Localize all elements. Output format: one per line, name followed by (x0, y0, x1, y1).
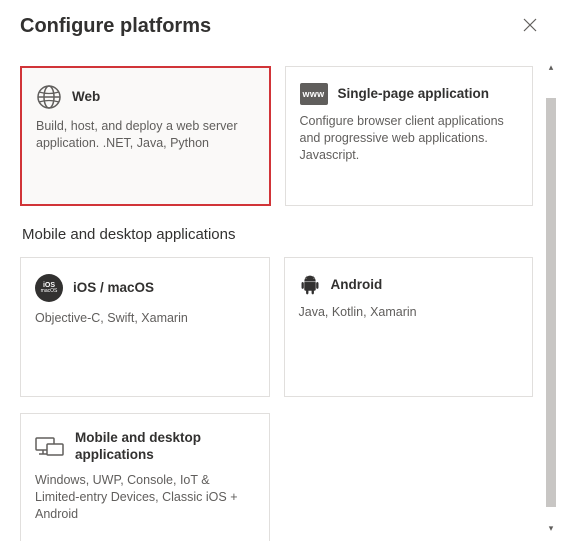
web-platform-row: Web Build, host, and deploy a web server… (20, 66, 533, 206)
apple-ios-macos-icon: iOS macOS (35, 274, 63, 302)
card-description: Java, Kotlin, Xamarin (299, 304, 519, 321)
vertical-scrollbar[interactable]: ▴ ▾ (543, 60, 559, 535)
scroll-up-arrow-icon[interactable]: ▴ (543, 60, 559, 74)
card-description: Windows, UWP, Console, IoT & Limited-ent… (35, 472, 255, 523)
scroll-down-arrow-icon[interactable]: ▾ (543, 521, 559, 535)
native-platform-row: iOS macOS iOS / macOS Objective-C, Swift… (20, 257, 533, 397)
scrollbar-track[interactable] (543, 74, 559, 521)
close-icon (523, 18, 537, 32)
section-heading-mobile-desktop: Mobile and desktop applications (22, 226, 533, 243)
platform-card-web[interactable]: Web Build, host, and deploy a web server… (20, 66, 271, 206)
card-title: Mobile and desktop applications (75, 430, 255, 464)
page-title: Configure platforms (20, 15, 211, 38)
scrollbar-thumb[interactable] (546, 98, 556, 507)
card-description: Build, host, and deploy a web server app… (36, 118, 255, 152)
card-title: Android (331, 277, 383, 294)
platform-card-spa[interactable]: www Single-page application Configure br… (285, 66, 534, 206)
monitors-icon (35, 435, 65, 459)
globe-icon (36, 84, 62, 110)
panel-header: Configure platforms (0, 0, 561, 43)
card-title: Web (72, 89, 100, 106)
android-icon (299, 274, 321, 296)
www-icon: www (300, 83, 328, 105)
content-scroll-area: Web Build, host, and deploy a web server… (0, 52, 539, 541)
card-title: Single-page application (338, 86, 490, 103)
close-button[interactable] (519, 14, 541, 39)
desktop-platform-row: Mobile and desktop applications Windows,… (20, 413, 533, 541)
platform-card-ios-macos[interactable]: iOS macOS iOS / macOS Objective-C, Swift… (20, 257, 270, 397)
platform-card-mobile-desktop[interactable]: Mobile and desktop applications Windows,… (20, 413, 270, 541)
card-description: Objective-C, Swift, Xamarin (35, 310, 255, 327)
platform-card-android[interactable]: Android Java, Kotlin, Xamarin (284, 257, 534, 397)
card-description: Configure browser client applications an… (300, 113, 519, 164)
card-title: iOS / macOS (73, 280, 154, 297)
